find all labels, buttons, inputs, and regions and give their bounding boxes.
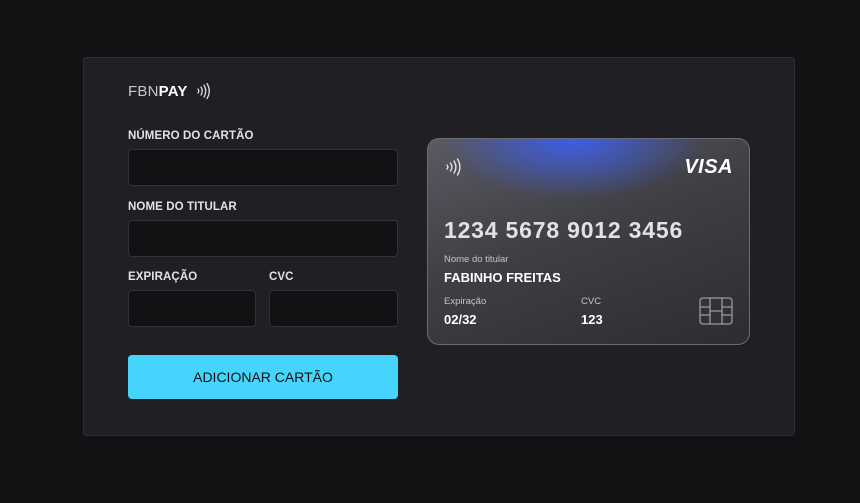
logo-text-fbn: FBN: [128, 82, 159, 100]
contactless-icon: [196, 82, 210, 100]
cvc-input[interactable]: [269, 290, 398, 327]
add-card-panel: FBN PAY NÚMERO DO CARTÃO NOME DO TITULAR…: [83, 57, 795, 436]
card-chip-icon: [699, 297, 733, 325]
card-contactless-icon: [446, 158, 461, 176]
holder-caption: Nome do titular: [444, 254, 509, 265]
expiration-display: 02/32: [444, 312, 477, 327]
cvc-caption: CVC: [581, 296, 602, 307]
card-number-label: NÚMERO DO CARTÃO: [128, 130, 254, 142]
logo-text-pay: PAY: [158, 82, 188, 100]
fbnpay-logo: FBN PAY: [128, 82, 213, 100]
add-card-button[interactable]: ADICIONAR CARTÃO: [128, 355, 398, 399]
expiration-input[interactable]: [128, 290, 256, 327]
card-preview: VISA 1234 5678 9012 3456 Nome do titular…: [427, 138, 750, 345]
cvc-display: 123: [581, 312, 603, 327]
holder-name-input[interactable]: [128, 220, 398, 257]
cvc-label: CVC: [269, 271, 294, 283]
holder-name-label: NOME DO TITULAR: [128, 201, 237, 213]
card-number-input[interactable]: [128, 149, 398, 186]
expiration-label: EXPIRAÇÃO: [128, 271, 198, 283]
card-brand: VISA: [684, 156, 733, 178]
expiration-caption: Expiração: [444, 296, 487, 307]
holder-name-display: FABINHO FREITAS: [444, 270, 561, 285]
card-number-display: 1234 5678 9012 3456: [444, 217, 684, 243]
